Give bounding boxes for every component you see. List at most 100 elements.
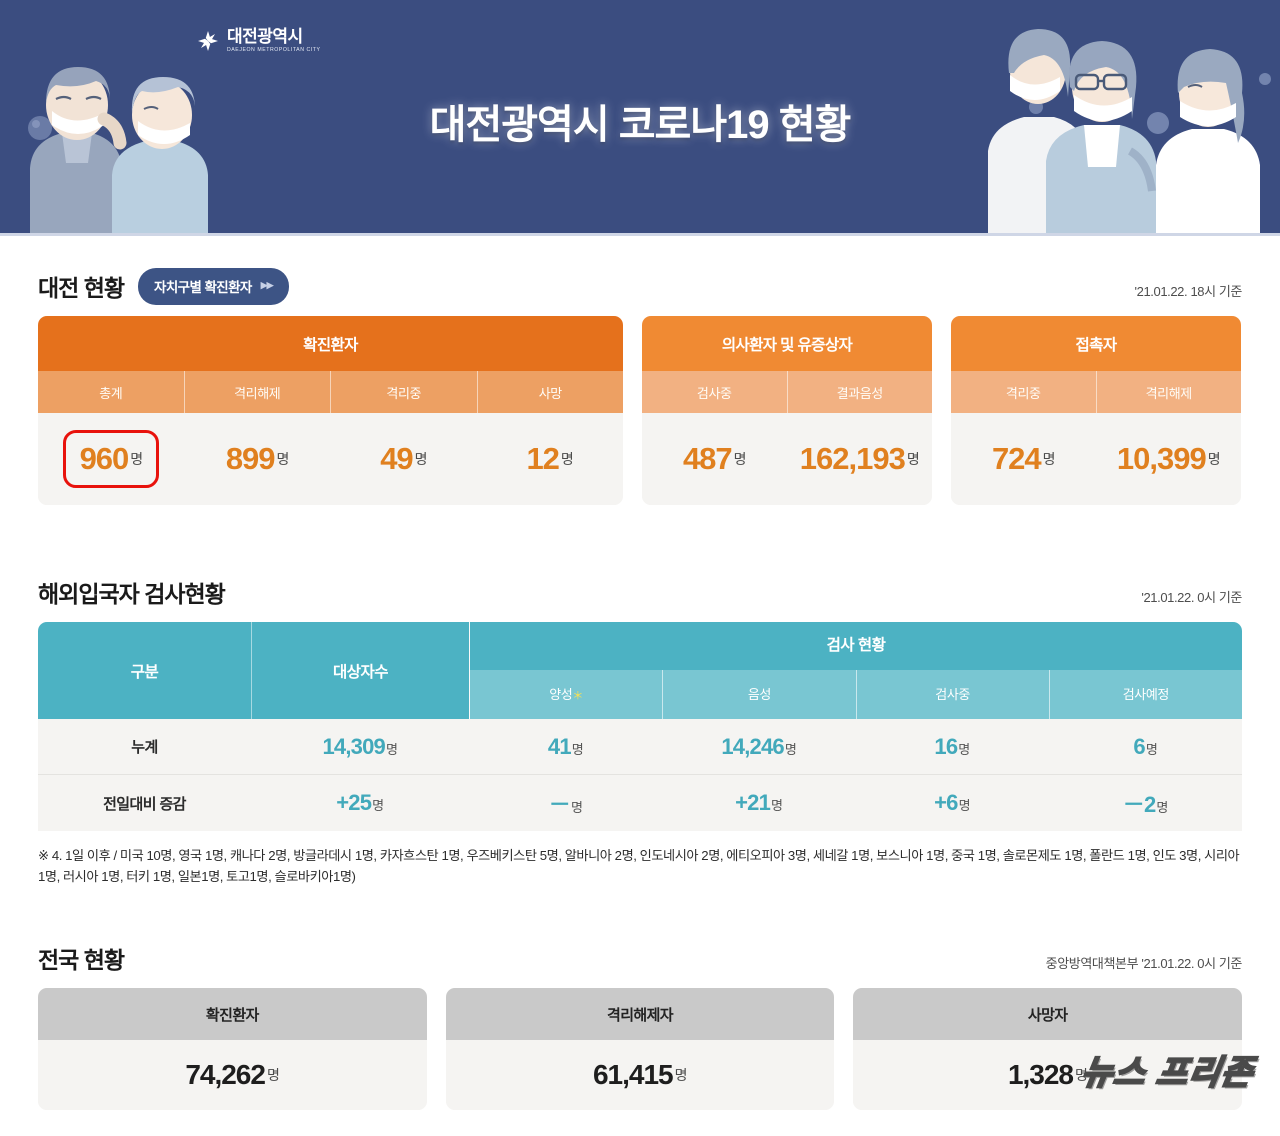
column-header: 총계 <box>99 386 123 401</box>
card-contacts-values: 724 명 10,399 명 <box>951 413 1241 505</box>
test-status-subcolumns: 양성＊ 음성 검사중 검사예정 <box>470 670 1242 719</box>
overseas-test-table: 구분 대상자수 검사 현황 양성＊ 음성 검사중 검사예정 누계 14,309명… <box>38 622 1242 831</box>
column-header-division: 구분 <box>38 622 251 719</box>
stat-value: 162,193 <box>799 441 906 476</box>
stat-value: 12 <box>526 441 559 476</box>
column-header: 사망 <box>476 371 624 413</box>
table-header: 구분 대상자수 검사 현황 양성＊ 음성 검사중 검사예정 <box>38 622 1242 719</box>
column-header-target-count: 대상자수 <box>251 622 469 719</box>
overseas-footnote: ※ 4. 1일 이후 / 미국 10명, 영국 1명, 캐나다 2명, 방글라데… <box>38 848 1240 885</box>
daejeon-status-section: 대전 현황 자치구별 확진환자 ▶▶ '21.01.22. 18시 기준 확진환… <box>38 266 1242 505</box>
test-status-group: 검사 현황 양성＊ 음성 검사중 검사예정 <box>469 622 1242 719</box>
stat-cell: 960 명 <box>38 413 184 505</box>
stat-value: 960 <box>79 441 130 476</box>
cell-value: +21 <box>735 790 771 815</box>
stat-cell: 724 명 <box>951 413 1096 505</box>
double-chevron-right-icon: ▶▶ <box>260 280 274 290</box>
cell-value: 14,246 <box>721 733 784 759</box>
column-header: 격리해제 <box>183 371 331 413</box>
cell-negative: +21명 <box>662 790 855 816</box>
stat-value: 724 <box>991 441 1042 476</box>
national-stat-unit: 명 <box>674 1067 688 1083</box>
column-header-scheduled: 검사예정 <box>1048 670 1242 719</box>
cell-positive: －명 <box>469 787 662 819</box>
card-contacts-columns: 격리중 격리해제 <box>951 371 1241 413</box>
daejeon-timestamp-note: '21.01.22. 18시 기준 <box>1134 284 1243 299</box>
national-stat-value: 1,328 <box>1007 1059 1074 1090</box>
stat-unit: 명 <box>560 451 574 467</box>
national-stat-unit: 명 <box>266 1067 280 1083</box>
cell-target-count: +25명 <box>251 790 469 816</box>
stat-unit: 명 <box>276 451 290 467</box>
national-section-header: 전국 현황 중앙방역대책본부 '21.01.22. 0시 기준 <box>38 938 1242 978</box>
daejeon-section-title: 대전 현황 <box>38 275 125 301</box>
overseas-section-title: 해외입국자 검사현황 <box>38 581 226 607</box>
cell-unit: 명 <box>958 798 971 813</box>
card-confirmed-cases: 확진환자 총계 격리해제 격리중 사망 960 명 899 명 49 명 12 … <box>38 316 623 505</box>
card-suspected-title: 의사환자 및 유증상자 <box>642 316 932 371</box>
page-title: 대전광역시 코로나19 현황 <box>429 103 852 147</box>
cell-scheduled: －2명 <box>1049 787 1242 819</box>
cell-unit: 명 <box>385 741 398 757</box>
cell-target-count: 14,309명 <box>251 734 469 760</box>
cell-unit: 명 <box>958 741 970 757</box>
page-header-banner: 대전광역시 DAEJEON METROPOLITAN CITY 대전광역시 코로… <box>0 0 1280 236</box>
stat-unit: 명 <box>906 451 920 467</box>
stat-cell: 899 명 <box>184 413 330 505</box>
column-header: 결과음성 <box>786 371 933 413</box>
national-stat-unit: 명 <box>1075 1067 1088 1083</box>
card-confirmed-title: 확진환자 <box>38 316 623 371</box>
stat-cell: 49 명 <box>331 413 477 505</box>
national-card-value-wrap: 1,328 명 <box>853 1040 1243 1110</box>
stat-unit: 명 <box>130 451 143 467</box>
card-contacts: 접촉자 격리중 격리해제 724 명 10,399 명 <box>951 316 1241 505</box>
cell-positive: 41명 <box>469 734 662 760</box>
stat-value: 10,399 <box>1116 441 1207 476</box>
stat-value: 49 <box>380 441 413 476</box>
column-header: 격리중 <box>1005 386 1041 401</box>
national-card-title: 사망자 <box>853 988 1243 1040</box>
cell-value: － <box>548 792 571 817</box>
cell-value: 16 <box>934 733 958 759</box>
cell-unit: 명 <box>1145 741 1158 757</box>
national-card-value-wrap: 74,262 명 <box>38 1040 427 1110</box>
positive-label: 양성 <box>549 687 573 702</box>
stat-value: 899 <box>225 441 276 476</box>
column-header: 격리중 <box>330 371 477 413</box>
stat-cell: 10,399 명 <box>1096 413 1241 505</box>
logo-english-text: DAEJEON METROPOLITAN CITY <box>227 47 321 53</box>
stat-cell: 12 명 <box>477 413 623 505</box>
national-card-confirmed: 확진환자 74,262 명 <box>38 988 427 1110</box>
stat-cell: 162,193 명 <box>787 413 932 505</box>
pinwheel-logo-icon <box>198 30 218 51</box>
district-cases-button-label: 자치구별 확진환자 <box>154 279 252 295</box>
card-confirmed-columns: 총계 격리해제 격리중 사망 <box>38 371 623 413</box>
cell-unit: 명 <box>771 798 783 813</box>
national-timestamp-note: 중앙방역대책본부 '21.01.22. 0시 기준 <box>1045 956 1243 971</box>
column-header: 검사중 <box>696 386 732 401</box>
national-card-title: 격리해제자 <box>445 988 835 1040</box>
district-cases-button[interactable]: 자치구별 확진환자 ▶▶ <box>138 267 289 305</box>
stat-value: 487 <box>682 441 733 476</box>
cell-unit: 명 <box>1156 800 1168 815</box>
cell-testing: +6명 <box>856 790 1049 816</box>
stat-unit: 명 <box>1042 451 1056 467</box>
national-card-value-wrap: 61,415 명 <box>445 1040 835 1110</box>
national-card-deaths: 사망자 1,328 명 <box>853 988 1243 1110</box>
cell-value: －2 <box>1122 792 1156 817</box>
table-row: 누계 14,309명 41명 14,246명 16명 6명 <box>38 719 1242 775</box>
stat-unit: 명 <box>1207 451 1221 467</box>
cell-value: 14,309 <box>322 733 385 759</box>
cell-negative: 14,246명 <box>662 734 855 760</box>
cell-value: 6 <box>1133 733 1145 759</box>
national-stat-value: 61,415 <box>592 1059 674 1090</box>
national-cards-row: 확진환자 74,262 명 격리해제자 61,415 명 사망자 1,328 명 <box>38 988 1243 1110</box>
cell-value: 41 <box>547 733 572 759</box>
cell-unit: 명 <box>570 800 583 815</box>
daejeon-city-logo: 대전광역시 DAEJEON METROPOLITAN CITY <box>196 28 321 53</box>
asterisk-marker: ＊ <box>572 690 583 702</box>
national-card-released: 격리해제자 61,415 명 <box>445 988 835 1110</box>
daejeon-section-header: 대전 현황 자치구별 확진환자 ▶▶ '21.01.22. 18시 기준 <box>38 266 1242 306</box>
stat-cell: 487 명 <box>642 413 787 505</box>
card-suspected-values: 487 명 162,193 명 <box>642 413 932 505</box>
